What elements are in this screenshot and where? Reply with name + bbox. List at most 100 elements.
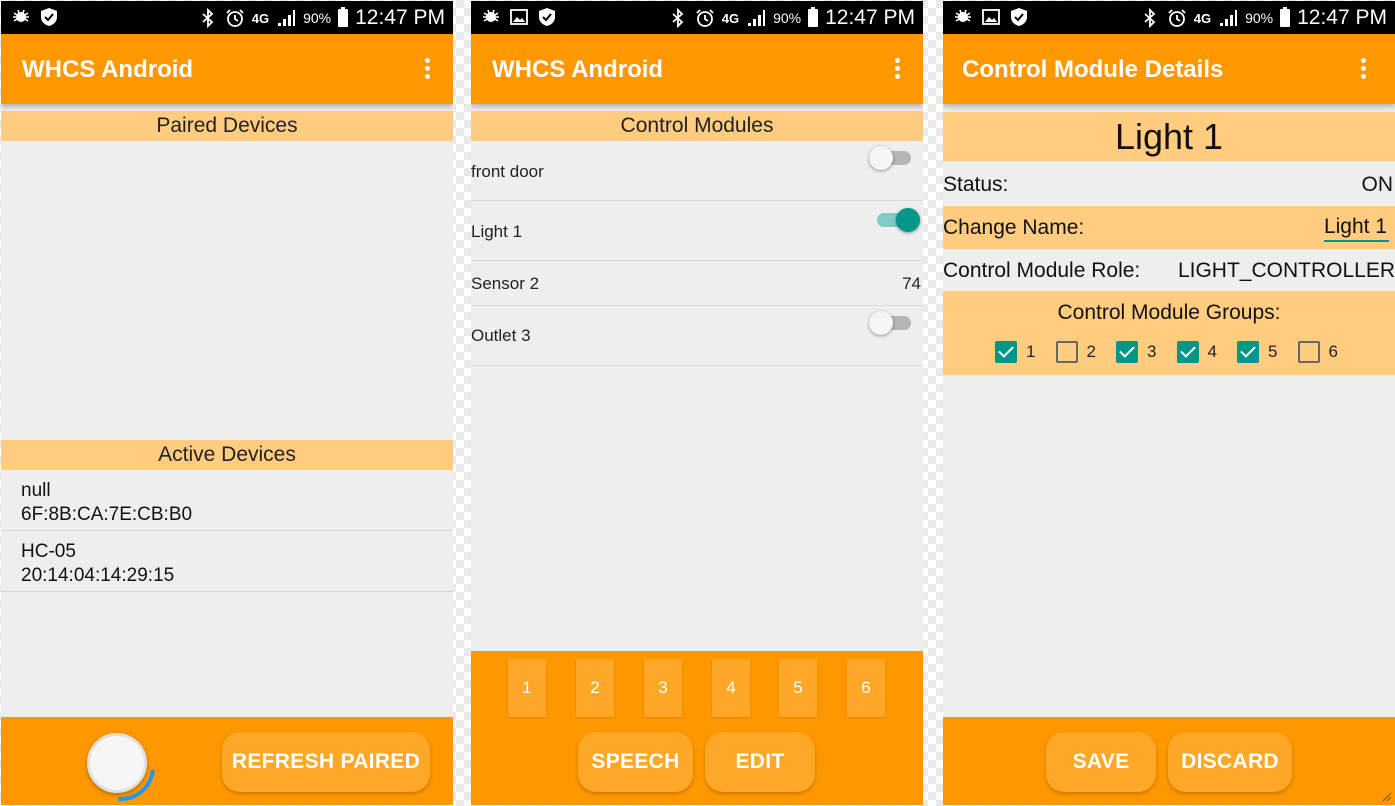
bluetooth-icon: [1140, 7, 1160, 29]
battery-percent: 90%: [303, 10, 332, 26]
device-item[interactable]: null 6F:8B:CA:7E:CB:B0: [1, 470, 453, 531]
save-button[interactable]: SAVE: [1046, 732, 1156, 792]
app-title: Control Module Details: [962, 56, 1224, 83]
signal-icon: [1218, 8, 1238, 28]
device-address: 20:14:04:14:29:15: [21, 565, 175, 586]
checkbox-checked-icon[interactable]: [1176, 341, 1199, 363]
module-toggle[interactable]: [869, 146, 911, 170]
loading-spinner: [87, 733, 147, 793]
sensor-value: 74: [902, 274, 921, 293]
device-item[interactable]: HC-05 20:14:04:14:29:15: [1, 531, 453, 592]
network-type: 4G: [721, 10, 740, 26]
group-checkbox-5[interactable]: 5: [1237, 341, 1298, 363]
module-row[interactable]: front door: [471, 141, 923, 201]
role-label: Control Module Role:: [943, 259, 1141, 282]
status-bar: 4G 90% 12:47 PM: [943, 1, 1395, 34]
screen-control-modules: 4G 90% 12:47 PM WHCS Android Control Mod…: [471, 1, 923, 805]
alarm-icon: [225, 8, 245, 28]
group-button-4[interactable]: 4: [712, 659, 750, 717]
group-button-1[interactable]: 1: [508, 659, 546, 717]
device-name: HC-05: [21, 541, 76, 562]
group-checkbox-4[interactable]: 4: [1176, 341, 1238, 363]
clock: 12:47 PM: [825, 6, 915, 29]
shield-icon: [1009, 7, 1029, 27]
groups-label: Control Module Groups:: [1057, 301, 1281, 324]
clock: 12:47 PM: [355, 6, 445, 29]
checkbox-checked-icon[interactable]: [995, 341, 1017, 363]
overflow-menu-icon[interactable]: [425, 58, 431, 80]
alarm-icon: [1167, 8, 1187, 28]
status-bar: 4G 90% 12:47 PM: [1, 1, 453, 34]
status-row: Status: ON: [943, 161, 1395, 206]
group-button-3[interactable]: 3: [644, 659, 682, 717]
checkbox-checked-icon[interactable]: [1237, 341, 1259, 363]
checkbox-unchecked-icon[interactable]: [1297, 341, 1320, 363]
shield-icon: [39, 7, 59, 27]
screen-device-list: 4G 90% 12:47 PM WHCS Android Paired Devi…: [1, 1, 453, 805]
edit-button[interactable]: EDIT: [705, 732, 815, 792]
resize-grip-icon: [1382, 792, 1392, 802]
bluetooth-icon: [668, 7, 688, 29]
module-toggle[interactable]: [877, 208, 920, 232]
network-type: 4G: [251, 10, 270, 26]
status-bar: 4G 90% 12:47 PM: [471, 1, 923, 34]
module-row[interactable]: Outlet 3: [471, 306, 923, 366]
overflow-menu-icon[interactable]: [1361, 58, 1367, 80]
battery-icon: [808, 7, 819, 27]
battery-icon: [1280, 7, 1291, 27]
refresh-paired-button[interactable]: REFRESH PAIRED: [222, 732, 430, 792]
discard-button[interactable]: DISCARD: [1168, 732, 1292, 792]
module-name: Light 1: [471, 222, 523, 241]
battery-percent: 90%: [1245, 10, 1274, 26]
speech-button[interactable]: SPEECH: [578, 732, 693, 792]
group-checkbox-2[interactable]: 2: [1055, 341, 1117, 363]
battery-icon: [338, 7, 349, 27]
shield-icon: [537, 7, 557, 27]
app-bar: WHCS Android: [1, 34, 453, 104]
debug-icon: [11, 7, 31, 27]
checkbox-checked-icon[interactable]: [1116, 341, 1138, 363]
image-icon: [981, 7, 1001, 27]
module-toggle[interactable]: [869, 311, 911, 335]
module-row[interactable]: Sensor 2 74: [471, 261, 923, 306]
alarm-icon: [695, 8, 715, 28]
change-name-row: Change Name: Light 1: [943, 206, 1395, 249]
group-button-2[interactable]: 2: [576, 659, 614, 717]
module-row[interactable]: Light 1: [471, 201, 923, 261]
control-modules-header: Control Modules: [471, 111, 923, 141]
module-name: Sensor 2: [471, 274, 540, 293]
group-checkbox-3[interactable]: 3: [1116, 341, 1177, 363]
status-value: ON: [1361, 173, 1394, 196]
checkbox-unchecked-icon[interactable]: [1055, 341, 1078, 363]
group-button-6[interactable]: 6: [847, 659, 885, 717]
status-label: Status:: [943, 173, 1009, 196]
app-title: WHCS Android: [22, 56, 194, 83]
image-icon: [509, 7, 529, 27]
debug-icon: [481, 7, 501, 27]
role-value: LIGHT_CONTROLLER: [1177, 259, 1395, 282]
overflow-menu-icon[interactable]: [895, 58, 901, 80]
signal-icon: [746, 8, 766, 28]
app-bar: Control Module Details: [943, 34, 1395, 104]
bluetooth-icon: [198, 7, 218, 29]
app-bar: WHCS Android: [471, 34, 923, 104]
device-address: 6F:8B:CA:7E:CB:B0: [21, 504, 193, 525]
screen-module-details: 4G 90% 12:47 PM Control Module Details L…: [943, 1, 1395, 805]
paired-devices-header: Paired Devices: [1, 111, 453, 141]
signal-icon: [276, 8, 296, 28]
role-row: Control Module Role: LIGHT_CONTROLLER: [943, 249, 1395, 291]
group-button-5[interactable]: 5: [779, 659, 817, 717]
active-devices-header: Active Devices: [1, 440, 453, 470]
debug-icon: [953, 7, 973, 27]
group-checkboxes: 1 2 3 4 5 6: [995, 341, 1358, 363]
module-name: front door: [471, 162, 544, 181]
group-checkbox-6[interactable]: 6: [1297, 341, 1359, 363]
network-type: 4G: [1193, 10, 1212, 26]
device-name: null: [21, 480, 51, 501]
clock: 12:47 PM: [1297, 6, 1387, 29]
module-name: Outlet 3: [471, 326, 531, 345]
change-name-label: Change Name:: [943, 216, 1085, 239]
app-title: WHCS Android: [492, 56, 664, 83]
group-checkbox-1[interactable]: 1: [995, 341, 1056, 363]
name-input[interactable]: Light 1: [1323, 215, 1389, 242]
